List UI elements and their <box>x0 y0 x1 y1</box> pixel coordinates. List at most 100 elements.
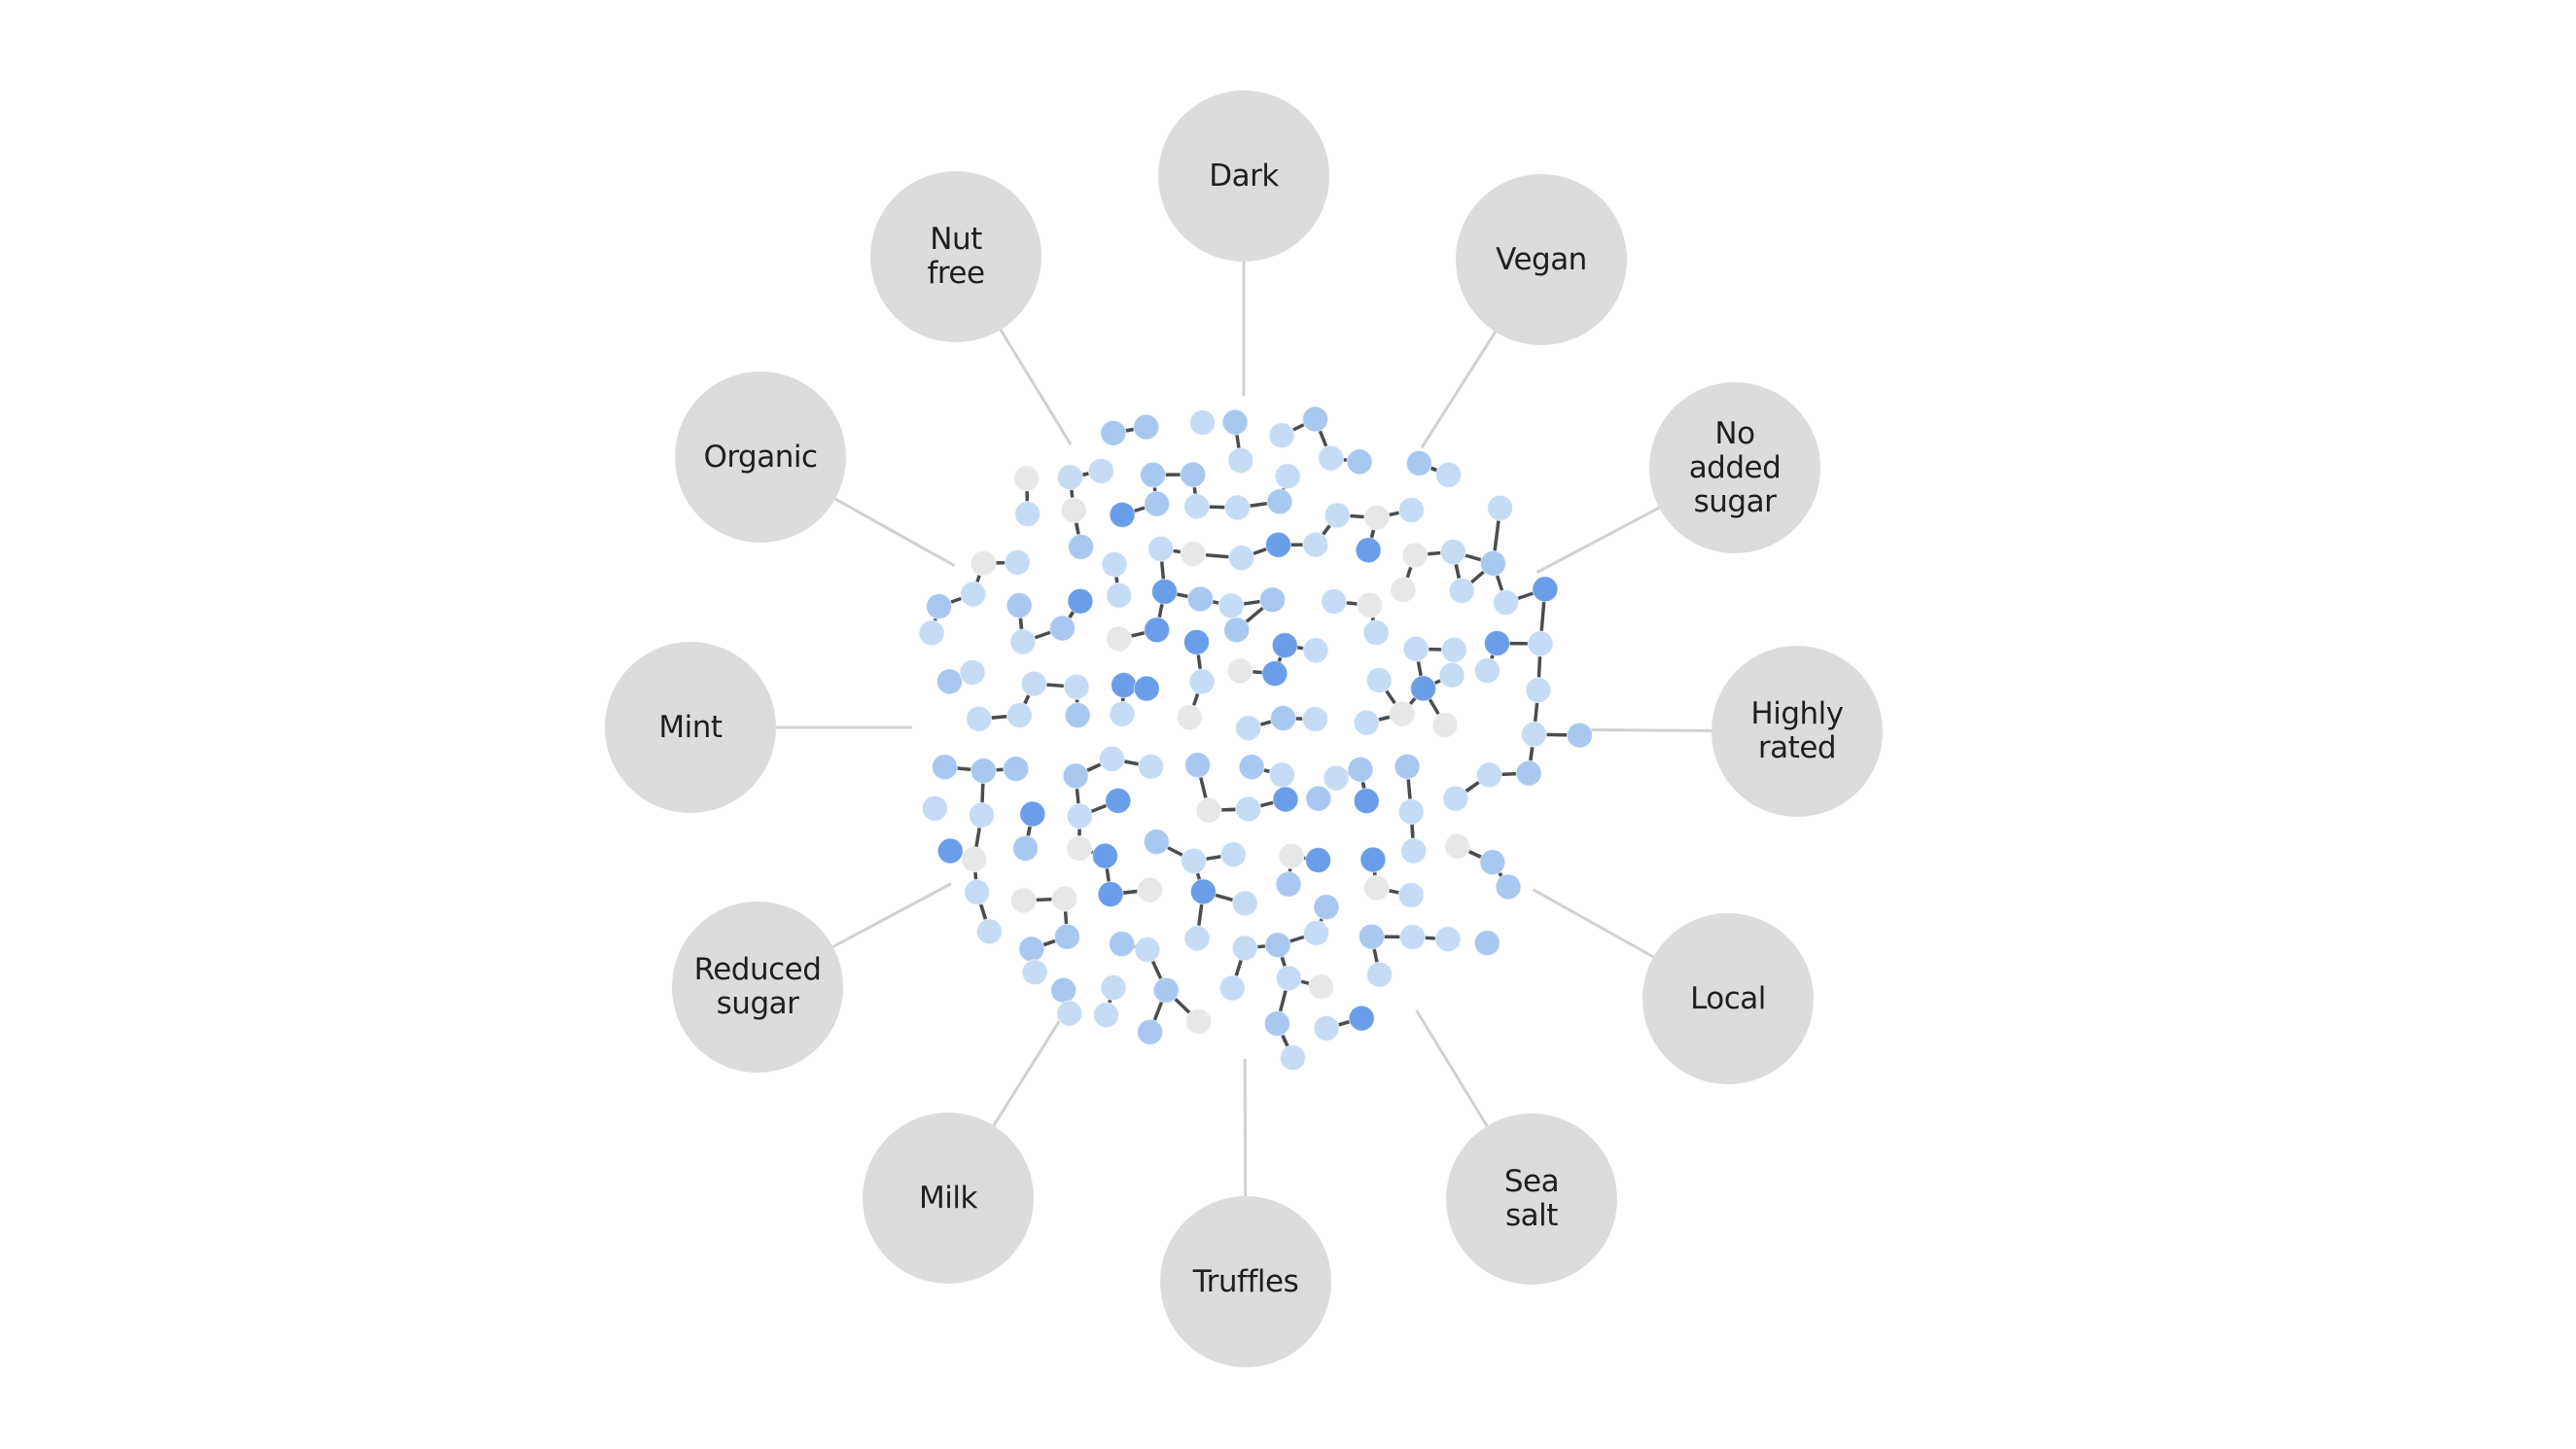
attribute-mint[interactable]: Mint <box>605 642 776 813</box>
network-node <box>1111 672 1138 699</box>
network-node <box>1302 406 1329 433</box>
network-node <box>1473 930 1500 957</box>
network-node <box>1390 576 1417 603</box>
network-node <box>1480 549 1507 577</box>
network-node <box>1056 1000 1083 1027</box>
network-node <box>1308 973 1335 1001</box>
attribute-organic[interactable]: Organic <box>675 371 846 543</box>
network-node <box>1134 937 1161 964</box>
network-node <box>1101 550 1128 578</box>
network-node <box>1397 798 1425 826</box>
network-node <box>1093 1002 1120 1029</box>
attribute-label: Nut free <box>927 222 985 291</box>
network-node <box>1438 661 1465 689</box>
network-node <box>1355 537 1382 564</box>
spoke-line <box>1532 888 1654 959</box>
network-node <box>1100 974 1127 1002</box>
network-node <box>1109 700 1136 727</box>
attribute-no-added-sugar[interactable]: No added sugar <box>1649 382 1820 553</box>
network-node <box>1399 924 1427 951</box>
network-node <box>1348 1005 1375 1032</box>
network-node <box>1053 923 1080 950</box>
network-node <box>1434 926 1462 953</box>
network-node <box>1185 1007 1213 1035</box>
network-node <box>1263 1010 1290 1038</box>
network-node <box>918 619 945 647</box>
network-node <box>1272 786 1299 813</box>
network-node <box>1303 920 1330 947</box>
network-node <box>959 658 986 686</box>
network-node <box>1473 657 1500 685</box>
network-node <box>1189 409 1217 437</box>
attribute-highly-rated[interactable]: Highly rated <box>1711 646 1883 817</box>
attribute-vegan[interactable]: Vegan <box>1456 174 1627 345</box>
network-node <box>970 758 997 785</box>
network-node <box>1389 700 1416 727</box>
network-node <box>1397 496 1425 523</box>
network-node <box>1302 531 1329 558</box>
network-node <box>966 705 993 732</box>
network-node <box>1137 876 1164 903</box>
network-node <box>1274 463 1301 490</box>
network-node <box>1068 533 1095 560</box>
network-node <box>921 795 948 822</box>
network-node <box>1144 490 1171 517</box>
network-node <box>1133 675 1160 702</box>
network-node <box>1020 670 1047 697</box>
network-node <box>1493 589 1520 617</box>
network-node <box>1223 617 1251 644</box>
network-node <box>1105 787 1132 814</box>
network-node <box>1261 660 1288 688</box>
network-node <box>1183 925 1211 952</box>
network-node <box>1532 576 1559 603</box>
network-node <box>1448 577 1475 604</box>
network-node <box>1479 849 1506 876</box>
network-node <box>1483 629 1510 656</box>
network-node <box>1056 464 1083 491</box>
network-node <box>1006 592 1033 619</box>
network-node <box>1231 935 1258 962</box>
attribute-reduced-sugar[interactable]: Reduced sugar <box>672 901 843 1073</box>
network-node <box>1226 657 1253 685</box>
network-node <box>1235 795 1262 823</box>
network-node <box>1444 832 1471 860</box>
network-node <box>1186 585 1214 613</box>
network-node <box>1188 668 1216 695</box>
network-node <box>1270 705 1297 732</box>
network-node <box>1144 617 1171 644</box>
network-node <box>1525 677 1552 704</box>
attribute-milk[interactable]: Milk <box>863 1113 1034 1284</box>
spoke-line <box>992 1007 1069 1127</box>
network-node <box>1021 959 1048 986</box>
network-node <box>1275 870 1302 898</box>
attribute-nut-free[interactable]: Nut free <box>870 171 1041 342</box>
network-node <box>1183 493 1211 520</box>
network-node <box>1520 721 1547 748</box>
network-node <box>1301 705 1328 732</box>
network-node <box>1228 545 1255 572</box>
network-node <box>1150 578 1178 605</box>
attribute-truffles[interactable]: Truffles <box>1160 1196 1331 1367</box>
network-node <box>1064 702 1091 729</box>
network-node <box>1014 501 1041 528</box>
network-node <box>935 668 963 695</box>
network-node <box>1048 615 1076 642</box>
spoke-line <box>1574 727 1712 732</box>
attribute-dark[interactable]: Dark <box>1158 90 1329 262</box>
network-node <box>1435 461 1463 488</box>
network-node <box>1004 548 1031 576</box>
attribute-label: Sea salt <box>1503 1164 1560 1233</box>
network-node <box>1318 444 1345 472</box>
attribute-sea-salt[interactable]: Sea salt <box>1446 1113 1617 1285</box>
network-node <box>1402 635 1429 662</box>
spoke-line <box>1535 506 1660 574</box>
network-node <box>1323 502 1351 529</box>
network-node <box>1006 702 1033 729</box>
network-node <box>1271 632 1298 659</box>
network-node <box>1313 1014 1340 1042</box>
network-node <box>1515 760 1542 787</box>
network-node <box>1410 675 1437 702</box>
attribute-local[interactable]: Local <box>1642 913 1814 1084</box>
attribute-label: Milk <box>919 1180 977 1216</box>
network-node <box>1189 878 1217 905</box>
